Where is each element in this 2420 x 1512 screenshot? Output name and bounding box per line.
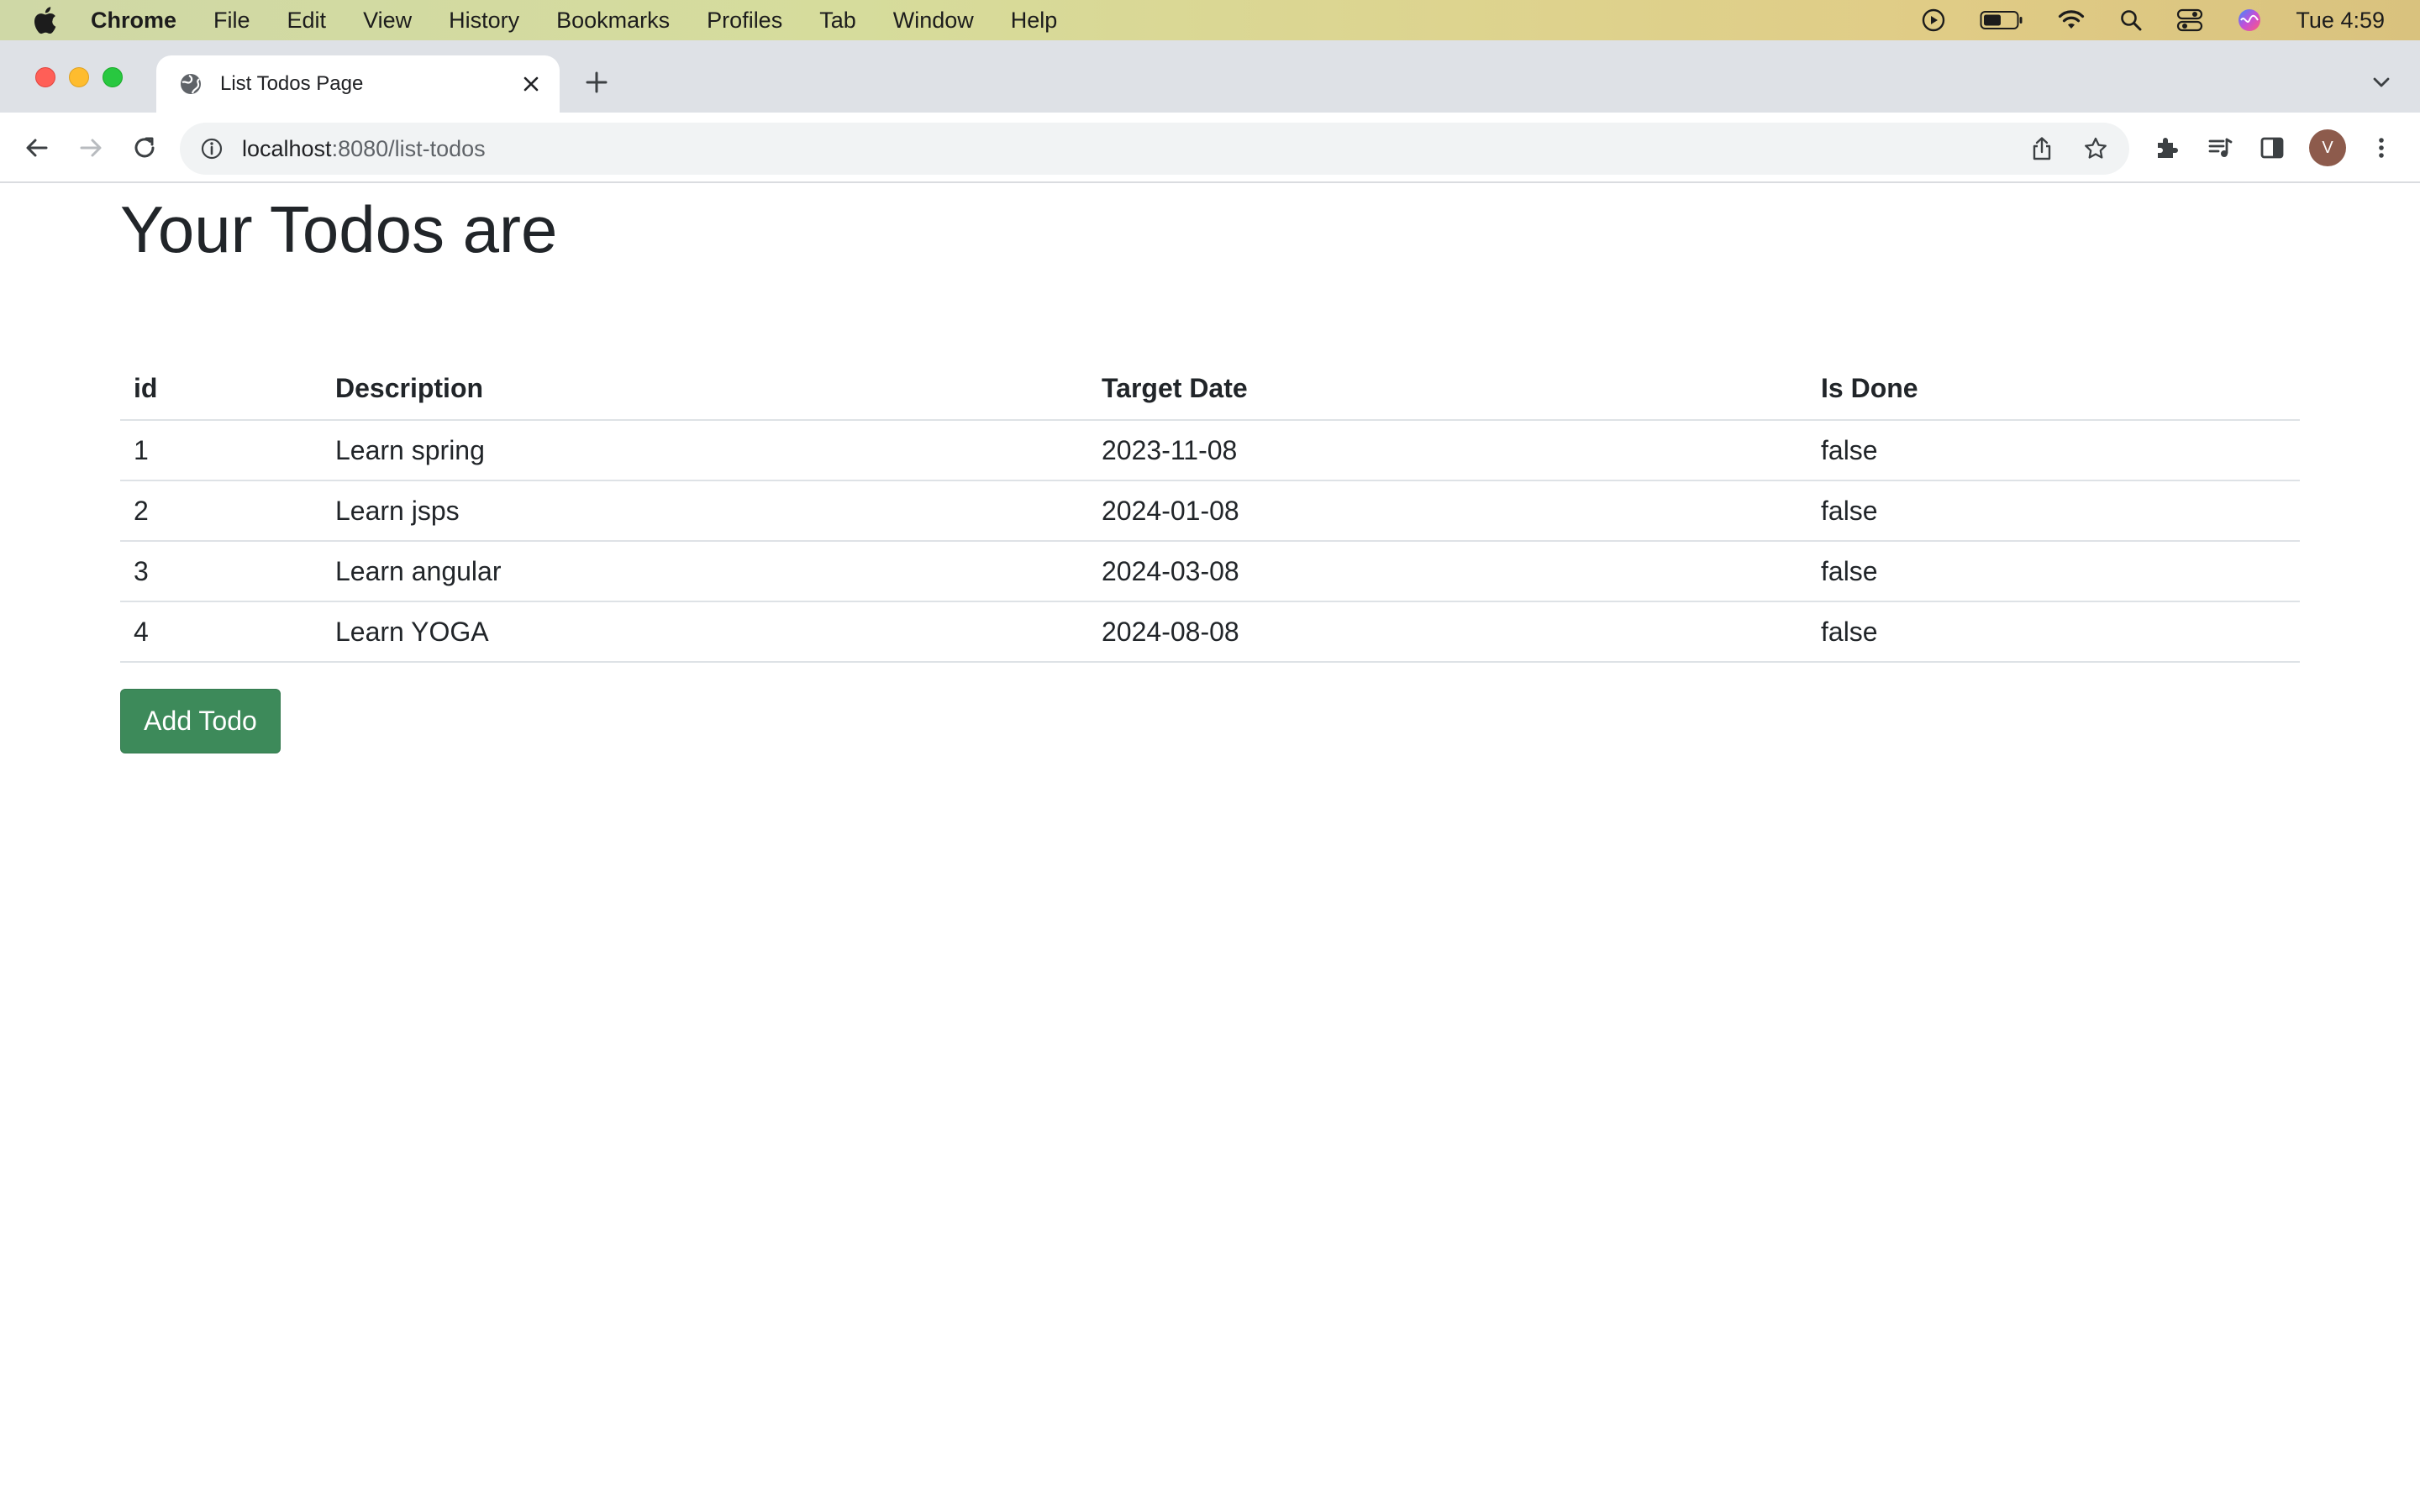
- extensions-puzzle-icon[interactable]: [2149, 131, 2183, 165]
- table-row: 3 Learn angular 2024-03-08 false: [120, 541, 2300, 602]
- cell-is-done: false: [1807, 420, 2300, 481]
- menu-file[interactable]: File: [213, 8, 250, 34]
- back-arrow-icon[interactable]: [20, 131, 54, 165]
- column-header-description: Description: [322, 358, 1088, 421]
- profile-avatar[interactable]: V: [2309, 129, 2346, 166]
- url-text[interactable]: localhost:8080/list-todos: [242, 136, 486, 162]
- bookmark-star-icon[interactable]: [2082, 135, 2109, 162]
- menu-help[interactable]: Help: [1011, 8, 1058, 34]
- battery-icon[interactable]: [1980, 9, 2023, 31]
- siri-icon[interactable]: [2237, 8, 2262, 33]
- reload-icon[interactable]: [128, 131, 161, 165]
- side-panel-icon[interactable]: [2255, 131, 2289, 165]
- cell-is-done: false: [1807, 480, 2300, 542]
- menu-window[interactable]: Window: [893, 8, 974, 34]
- menubar-clock[interactable]: Tue 4:59: [2296, 8, 2385, 34]
- table-row: 4 Learn YOGA 2024-08-08 false: [120, 601, 2300, 663]
- tab-close-icon[interactable]: [518, 71, 544, 97]
- column-header-target-date: Target Date: [1088, 358, 1807, 421]
- tab-search-chevron-down-icon[interactable]: [2368, 69, 2395, 96]
- control-center-icon[interactable]: [2176, 8, 2203, 32]
- globe-icon: [178, 71, 203, 97]
- url-path: :8080/list-todos: [331, 135, 486, 161]
- add-todo-button[interactable]: Add Todo: [120, 689, 281, 753]
- new-tab-plus-icon[interactable]: [580, 66, 613, 99]
- window-minimize-button[interactable]: [69, 67, 89, 87]
- macos-menu-bar: Chrome File Edit View History Bookmarks …: [0, 0, 2420, 40]
- table-row: 2 Learn jsps 2024-01-08 false: [120, 480, 2300, 542]
- web-page: Your Todos are id Description Target Dat…: [0, 185, 2420, 1512]
- cell-id: 4: [120, 601, 322, 663]
- menu-profiles[interactable]: Profiles: [707, 8, 782, 34]
- apple-icon[interactable]: [30, 6, 59, 34]
- table-header-row: id Description Target Date Is Done: [120, 358, 2300, 421]
- cell-target-date: 2023-11-08: [1088, 420, 1807, 481]
- cell-description: Learn jsps: [322, 480, 1088, 542]
- cell-description: Learn YOGA: [322, 601, 1088, 663]
- menu-edit[interactable]: Edit: [287, 8, 327, 34]
- cell-id: 3: [120, 541, 322, 602]
- menu-bookmarks[interactable]: Bookmarks: [556, 8, 670, 34]
- column-header-is-done: Is Done: [1807, 358, 2300, 421]
- forward-arrow-icon[interactable]: [74, 131, 108, 165]
- browser-tab-strip: List Todos Page: [0, 40, 2420, 113]
- window-zoom-button[interactable]: [103, 67, 123, 87]
- share-icon[interactable]: [2028, 135, 2055, 162]
- cell-description: Learn angular: [322, 541, 1088, 602]
- page-title: Your Todos are: [120, 192, 558, 266]
- tab-title: List Todos Page: [220, 72, 364, 95]
- spotlight-icon[interactable]: [2119, 8, 2143, 32]
- play-circle-icon[interactable]: [1921, 8, 1946, 33]
- cell-description: Learn spring: [322, 420, 1088, 481]
- wifi-icon[interactable]: [2057, 8, 2086, 32]
- menu-tab[interactable]: Tab: [819, 8, 856, 34]
- menu-view[interactable]: View: [363, 8, 412, 34]
- todos-table: id Description Target Date Is Done 1 Lea…: [120, 358, 2300, 663]
- table-row: 1 Learn spring 2023-11-08 false: [120, 420, 2300, 481]
- tab-list-todos[interactable]: List Todos Page: [156, 55, 560, 113]
- site-info-icon[interactable]: [198, 135, 225, 162]
- kebab-menu-icon[interactable]: [2365, 131, 2398, 165]
- cell-target-date: 2024-01-08: [1088, 480, 1807, 542]
- menu-app-chrome[interactable]: Chrome: [91, 8, 176, 34]
- menu-history[interactable]: History: [449, 8, 519, 34]
- cell-id: 1: [120, 420, 322, 481]
- cell-is-done: false: [1807, 601, 2300, 663]
- column-header-id: id: [120, 358, 322, 421]
- cell-target-date: 2024-08-08: [1088, 601, 1807, 663]
- cell-target-date: 2024-03-08: [1088, 541, 1807, 602]
- media-queue-icon[interactable]: [2203, 131, 2237, 165]
- cell-id: 2: [120, 480, 322, 542]
- cell-is-done: false: [1807, 541, 2300, 602]
- window-close-button[interactable]: [35, 67, 55, 87]
- url-host: localhost: [242, 135, 332, 161]
- browser-toolbar: localhost:8080/list-todos V: [0, 113, 2420, 183]
- address-bar[interactable]: localhost:8080/list-todos: [180, 123, 2129, 175]
